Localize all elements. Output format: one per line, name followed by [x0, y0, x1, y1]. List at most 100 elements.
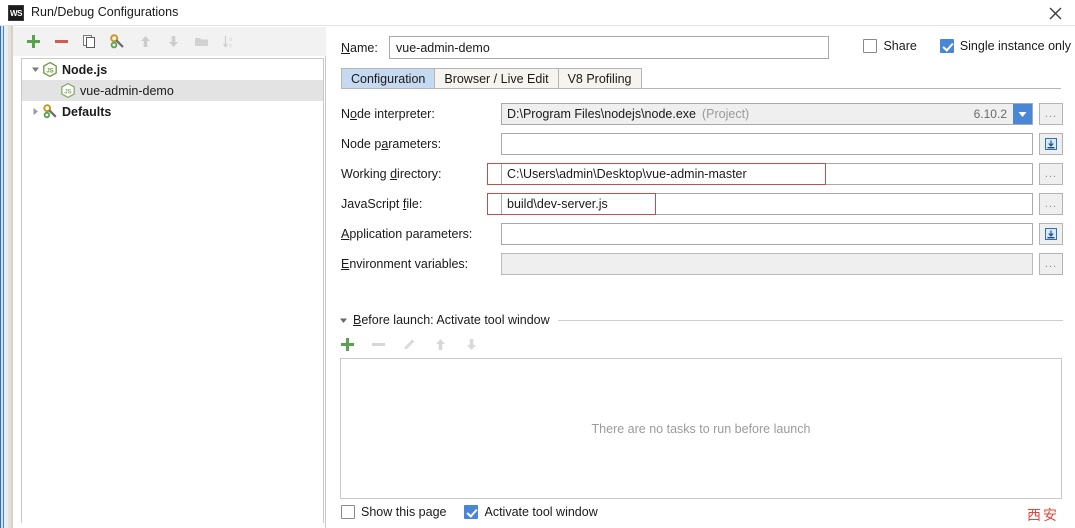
copy-configuration-button[interactable]: [81, 33, 98, 50]
header-checkboxes: Share Single instance only: [863, 39, 1071, 53]
window-title: Run/Debug Configurations: [31, 5, 178, 19]
task-move-down-button[interactable]: [463, 336, 480, 353]
remove-task-button[interactable]: [370, 336, 387, 353]
node-interpreter-combo[interactable]: D:\Program Files\nodejs\node.exe (Projec…: [501, 103, 1033, 125]
checkbox-box: [940, 39, 954, 53]
form-row-node-interpreter: Node interpreter: D:\Program Files\nodej…: [341, 99, 1063, 129]
configuration-form: Node interpreter: D:\Program Files\nodej…: [341, 99, 1063, 279]
chevron-down-icon[interactable]: [1013, 104, 1032, 124]
sort-az-button[interactable]: a z: [221, 33, 238, 50]
environment-variables-input[interactable]: [501, 253, 1033, 275]
single-instance-only-checkbox[interactable]: Single instance only: [940, 39, 1071, 53]
form-row-javascript-file: JavaScript file: build\dev-server.js ...: [341, 189, 1063, 219]
environment-variables-browse-button[interactable]: ...: [1039, 253, 1063, 275]
show-this-page-checkbox[interactable]: Show this page: [341, 505, 446, 519]
configurations-tree-panel: a z JS Node.js: [13, 27, 326, 528]
editor-tabs: Configuration Browser / Live Edit V8 Pro…: [341, 68, 642, 89]
share-checkbox[interactable]: Share: [863, 39, 916, 53]
name-label: Name:: [341, 41, 389, 55]
new-folder-button[interactable]: [193, 33, 210, 50]
tree-toolbar: a z: [13, 27, 326, 56]
node-interpreter-value: D:\Program Files\nodejs\node.exe: [507, 107, 696, 121]
tree-item-label: Node.js: [62, 63, 107, 77]
edit-task-button[interactable]: [401, 336, 418, 353]
section-divider: [558, 320, 1063, 321]
before-launch-header: Before launch: Activate tool window: [339, 313, 1063, 327]
form-row-working-directory: Working directory: C:\Users\admin\Deskto…: [341, 159, 1063, 189]
node-interpreter-hint: (Project): [702, 107, 749, 121]
tab-v8-profiling[interactable]: V8 Profiling: [558, 68, 642, 89]
move-up-button[interactable]: [137, 33, 154, 50]
node-version-label: 6.10.2: [974, 107, 1013, 121]
application-parameters-label: Application parameters:: [341, 227, 501, 241]
name-input[interactable]: [389, 36, 829, 59]
checkbox-box: [341, 505, 355, 519]
node-interpreter-browse-button[interactable]: ...: [1039, 103, 1063, 125]
tree-item-label: Defaults: [62, 105, 111, 119]
caret-down-icon[interactable]: [339, 316, 348, 325]
move-down-button[interactable]: [165, 33, 182, 50]
background-window-strip: [0, 26, 13, 528]
empty-tasks-message: There are no tasks to run before launch: [592, 422, 811, 436]
form-row-environment-variables: Environment variables: ...: [341, 249, 1063, 279]
add-configuration-button[interactable]: [25, 33, 42, 50]
close-icon[interactable]: [1041, 2, 1069, 24]
svg-text:z: z: [229, 43, 232, 49]
tree-item-nodejs[interactable]: JS Node.js: [22, 59, 323, 80]
chevron-down-icon[interactable]: [28, 63, 42, 77]
tab-configuration[interactable]: Configuration: [341, 68, 434, 89]
node-parameters-macro-button[interactable]: [1039, 133, 1063, 155]
application-parameters-macro-button[interactable]: [1039, 223, 1063, 245]
working-directory-label: Working directory:: [341, 167, 501, 181]
javascript-file-input[interactable]: build\dev-server.js: [501, 193, 1033, 215]
svg-text:a: a: [229, 37, 233, 43]
configurations-tree[interactable]: JS Node.js JS vue-admin-demo: [21, 58, 324, 523]
before-launch-tasks-list[interactable]: There are no tasks to run before launch: [340, 358, 1062, 499]
activate-tool-window-label: Activate tool window: [484, 505, 597, 519]
working-directory-browse-button[interactable]: ...: [1039, 163, 1063, 185]
nodejs-icon: JS: [60, 83, 76, 99]
watermark-signature: 西安 王磊: [1027, 505, 1075, 528]
javascript-file-value: build\dev-server.js: [507, 197, 608, 211]
title-bar: WS Run/Debug Configurations: [0, 0, 1075, 26]
add-task-button[interactable]: [339, 336, 356, 353]
share-label: Share: [883, 39, 916, 53]
tab-label: V8 Profiling: [568, 72, 632, 86]
nodejs-icon: JS: [42, 62, 58, 78]
checkbox-box: [464, 505, 478, 519]
javascript-file-label: JavaScript file:: [341, 197, 501, 211]
run-debug-configurations-dialog: WS Run/Debug Configurations: [0, 0, 1075, 528]
single-instance-only-label: Single instance only: [960, 39, 1071, 53]
task-move-up-button[interactable]: [432, 336, 449, 353]
working-directory-value: C:\Users\admin\Desktop\vue-admin-master: [507, 167, 747, 181]
javascript-file-browse-button[interactable]: ...: [1039, 193, 1063, 215]
webstorm-logo-icon: WS: [8, 5, 24, 21]
form-row-node-parameters: Node parameters:: [341, 129, 1063, 159]
remove-configuration-button[interactable]: [53, 33, 70, 50]
footer-options: Show this page Activate tool window: [341, 505, 1061, 519]
environment-variables-label: Environment variables:: [341, 257, 501, 271]
name-row: Name:: [341, 36, 829, 59]
chevron-right-icon[interactable]: [28, 105, 42, 119]
activate-tool-window-checkbox[interactable]: Activate tool window: [464, 505, 597, 519]
svg-text:JS: JS: [64, 89, 71, 95]
tab-label: Browser / Live Edit: [444, 72, 548, 86]
before-launch-title: Before launch: Activate tool window: [353, 313, 550, 327]
working-directory-input[interactable]: C:\Users\admin\Desktop\vue-admin-master: [501, 163, 1033, 185]
checkbox-box: [863, 39, 877, 53]
tree-item-vue-admin-demo[interactable]: JS vue-admin-demo: [22, 80, 323, 101]
save-configuration-button[interactable]: [109, 33, 126, 50]
form-row-application-parameters: Application parameters:: [341, 219, 1063, 249]
tree-item-defaults[interactable]: Defaults: [22, 101, 323, 122]
application-parameters-input[interactable]: [501, 223, 1033, 245]
tab-label: Configuration: [351, 72, 425, 86]
show-this-page-label: Show this page: [361, 505, 446, 519]
before-launch-toolbar: [339, 333, 480, 355]
configuration-editor-panel: Name: Share Single instance only Configu…: [327, 27, 1075, 528]
node-parameters-label: Node parameters:: [341, 137, 501, 151]
svg-text:JS: JS: [46, 68, 53, 74]
node-interpreter-label: Node interpreter:: [341, 107, 501, 121]
wrench-icon: [42, 104, 58, 120]
node-parameters-input[interactable]: [501, 133, 1033, 155]
tab-browser-live-edit[interactable]: Browser / Live Edit: [434, 68, 557, 89]
